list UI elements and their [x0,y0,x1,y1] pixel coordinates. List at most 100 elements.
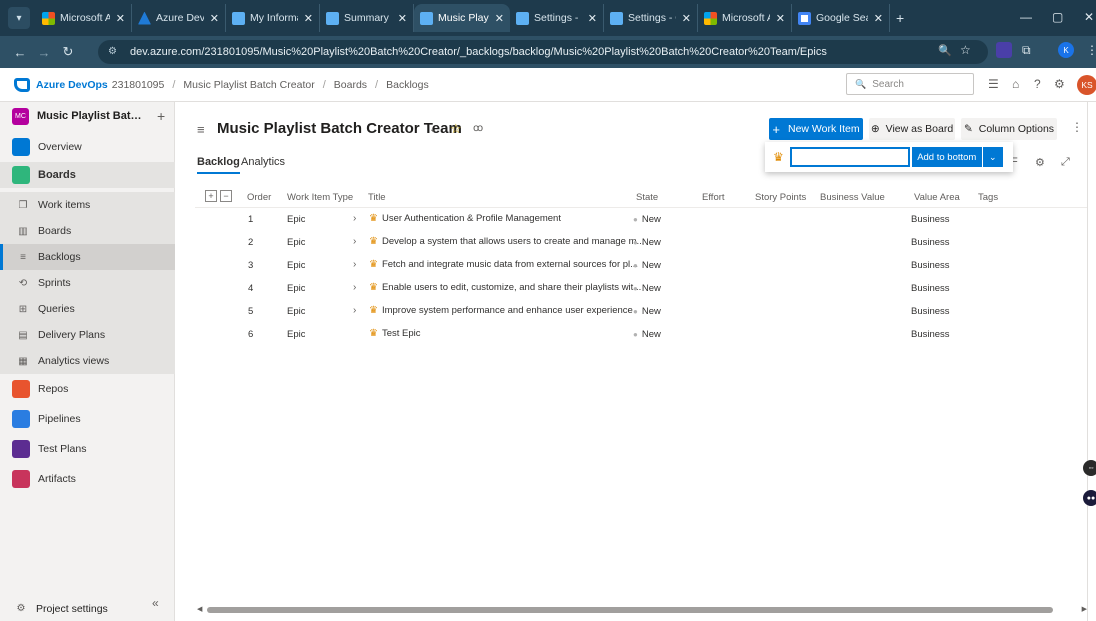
profile-avatar[interactable]: K [1058,42,1074,58]
azure-devops-logo-icon[interactable] [14,77,30,92]
side-extension-icon[interactable]: ◦◦ [1083,460,1096,476]
sidebar-item-boards[interactable]: Boards [0,162,175,188]
new-work-item-button[interactable]: + New Work Item [769,118,863,140]
more-actions-icon[interactable]: ⋮ [1071,120,1083,134]
table-row[interactable]: 1 Epic › ♛ User Authentication & Profile Man… [195,208,1087,231]
browser-tab[interactable]: Summary - C ✕ [320,4,414,32]
scrollbar-thumb[interactable] [207,607,1053,613]
settings-list-icon[interactable]: ☰ [988,77,999,91]
team-members-icon[interactable]: ꝏ [473,123,483,134]
extension-icon[interactable] [996,42,1012,58]
column-header-type[interactable]: Work Item Type [287,192,353,203]
horizontal-scrollbar[interactable]: ◀ ▶ [195,604,1087,616]
column-header-title[interactable]: Title [368,192,386,203]
sidebar-item-test-plans[interactable]: Test Plans [0,434,175,464]
sidebar-item-queries[interactable]: ⊞ Queries [0,296,175,322]
tab-close-icon[interactable]: ✕ [495,12,504,25]
column-header-effort[interactable]: Effort [702,192,725,203]
breadcrumb-page[interactable]: Backlogs [386,79,429,91]
zoom-icon[interactable]: 🔍 [938,44,952,57]
sidebar-item-work-items[interactable]: ❐ Work items [0,192,175,218]
browser-tab[interactable]: Google Sear ✕ [792,4,890,32]
column-options-button[interactable]: ✎ Column Options [961,118,1057,140]
column-header-state[interactable]: State [636,192,658,203]
tab-close-icon[interactable]: ✕ [210,12,219,25]
backlog-menu-icon[interactable]: ≡ [197,122,205,137]
sidebar-item-delivery-plans[interactable]: ▤ Delivery Plans [0,322,175,348]
table-row[interactable]: 3 Epic › ♛ Fetch and integrate music data fr… [195,254,1087,277]
column-header-tags[interactable]: Tags [978,192,998,203]
marketplace-bag-icon[interactable]: ⌂ [1012,77,1019,91]
browser-tab[interactable]: Settings - Pro ✕ [510,4,604,32]
browser-tab[interactable]: Settings - Ov ✕ [604,4,698,32]
scroll-left-icon[interactable]: ◀ [197,605,202,613]
address-bar[interactable]: ⚙ dev.azure.com/231801095/Music%20Playli… [98,40,988,64]
work-item-title-link[interactable]: Develop a system that allows users to cr… [382,236,644,247]
sidebar-item-repos[interactable]: Repos [0,374,175,404]
tab-close-icon[interactable]: ✕ [682,12,691,25]
work-item-title-link[interactable]: Improve system performance and enhance u… [382,305,633,316]
work-item-title-link[interactable]: User Authentication & Profile Management [382,213,561,224]
browser-tab[interactable]: Music Playlis ✕ [414,4,510,32]
sidebar-item-sprints[interactable]: ⟲ Sprints [0,270,175,296]
browser-tab[interactable]: Azure DevOp ✕ [132,4,226,32]
tab-close-icon[interactable]: ✕ [776,12,785,25]
expand-row-icon[interactable]: › [353,259,363,270]
column-header-order[interactable]: Order [247,192,271,203]
browser-tab[interactable]: My Informati ✕ [226,4,320,32]
new-tab-icon[interactable]: + [890,4,910,32]
add-position-dropdown-icon[interactable]: ⌄ [982,147,1003,167]
work-item-title-link[interactable]: Fetch and integrate music data from exte… [382,259,638,270]
collapse-sidebar-icon[interactable]: « [152,596,159,610]
sidebar-item-overview[interactable]: Overview [0,132,175,162]
tab-search-icon[interactable]: ▾ [8,7,30,29]
help-icon[interactable]: ? [1034,77,1041,91]
view-as-board-button[interactable]: ⊕ View as Board [869,118,955,140]
back-icon[interactable]: ← [8,45,32,60]
extensions-puzzle-icon[interactable]: ⧉ [1022,43,1031,58]
expand-row-icon[interactable]: › [353,236,363,247]
user-settings-icon[interactable]: ⚙ [1054,77,1065,91]
expand-row-icon[interactable]: › [353,305,363,316]
sidebar-item-analytics-views[interactable]: ▦ Analytics views [0,348,175,374]
sidebar-item-backlogs[interactable]: ≡ Backlogs [0,244,175,270]
search-input[interactable]: 🔍 Search [846,73,974,95]
tab-close-icon[interactable]: ✕ [304,12,313,25]
forward-icon[interactable]: → [32,45,56,60]
work-item-title-link[interactable]: Test Epic [382,328,421,339]
add-icon[interactable]: + [157,108,165,124]
table-row[interactable]: 4 Epic › ♛ Enable users to edit, customize, … [195,277,1087,300]
expand-all-icon[interactable]: + [205,190,217,202]
tab-close-icon[interactable]: ✕ [116,12,125,25]
user-avatar[interactable]: KS [1077,75,1096,95]
settings-gear-icon[interactable]: ⚙ [1035,156,1045,169]
column-header-business-value[interactable]: Business Value [820,192,885,203]
minimize-icon[interactable]: — [1020,10,1032,24]
breadcrumb-org[interactable]: 231801095 [112,79,165,91]
assistant-bot-icon[interactable]: ●● [1083,490,1096,506]
breadcrumb-project[interactable]: Music Playlist Batch Creator [183,79,314,91]
table-row[interactable]: 6 Epic ♛ Test Epic ● New Business [195,323,1087,346]
table-row[interactable]: 2 Epic › ♛ Develop a system that allows user… [195,231,1087,254]
work-item-title-link[interactable]: Enable users to edit, customize, and sha… [382,282,641,293]
sidebar-item-artifacts[interactable]: Artifacts [0,464,175,494]
tab-analytics[interactable]: Analytics [241,156,285,168]
expand-row-icon[interactable]: › [353,282,363,293]
browser-tab[interactable]: Microsoft Az ✕ [36,4,132,32]
collapse-all-icon[interactable]: − [220,190,232,202]
new-work-item-title-input[interactable] [789,147,910,167]
site-info-icon[interactable]: ⚙ [108,46,117,57]
column-header-story-points[interactable]: Story Points [755,192,806,203]
brand-link[interactable]: Azure DevOps [36,79,108,91]
project-selector[interactable]: MC Music Playlist Batch Creator + [0,102,175,130]
browser-menu-icon[interactable]: ⋮ [1086,43,1096,57]
add-to-bottom-button[interactable]: Add to bottom [911,147,982,167]
expand-fullscreen-icon[interactable]: ⤢ [1061,156,1070,169]
tab-close-icon[interactable]: ✕ [398,12,407,25]
table-row[interactable]: 5 Epic › ♛ Improve system performance and en… [195,300,1087,323]
favorite-star-icon[interactable]: ☆ [450,121,462,137]
chevron-down-icon[interactable]: ⌄ [429,124,437,135]
breadcrumb-section[interactable]: Boards [334,79,367,91]
sidebar-item-boards[interactable]: ▥ Boards [0,218,175,244]
reload-icon[interactable]: ↻ [56,44,80,60]
